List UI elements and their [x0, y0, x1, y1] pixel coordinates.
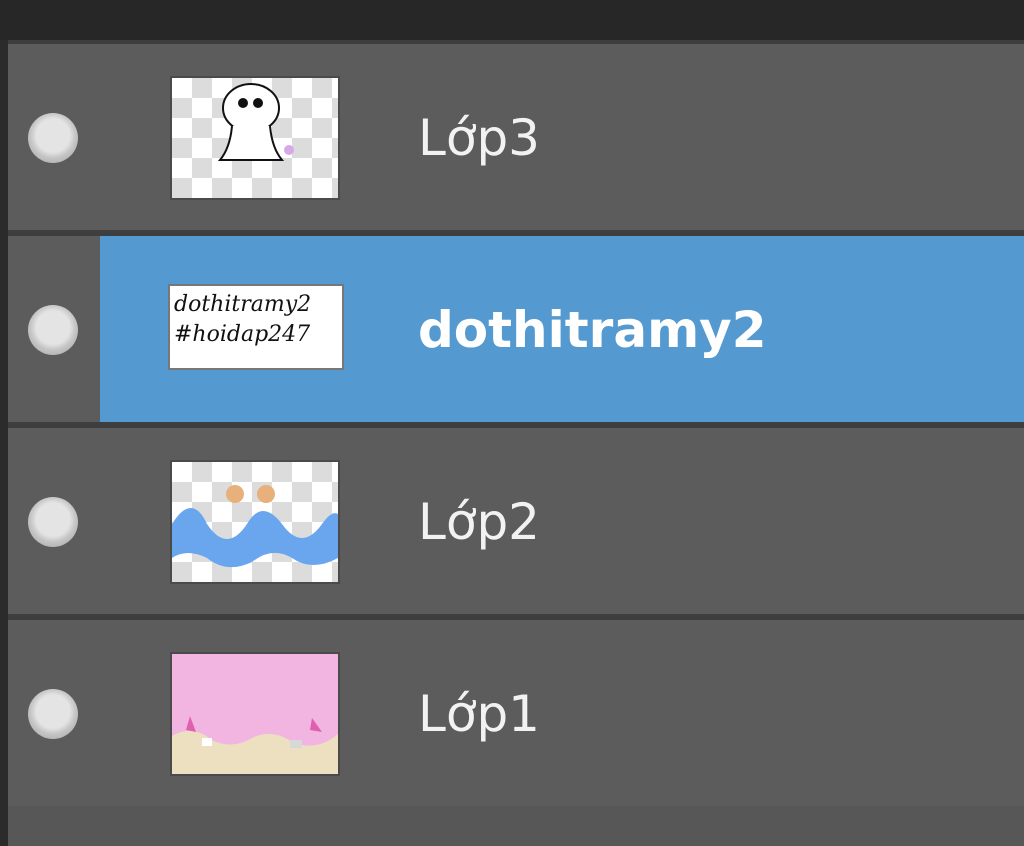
ghost-sketch-icon: [217, 83, 294, 161]
visibility-circle-icon[interactable]: [28, 689, 78, 739]
thumbnail-text-line-2: #hoidap247: [174, 322, 311, 347]
visibility-circle-icon[interactable]: [28, 497, 78, 547]
visibility-circle-icon[interactable]: [28, 113, 78, 163]
layer-thumbnail: [170, 652, 340, 776]
pink-cream-icon: [172, 654, 338, 774]
layer-name: Lớp3: [418, 109, 540, 167]
blue-waves-icon: [172, 485, 338, 568]
layer-name: Lớp1: [418, 685, 540, 743]
thumbnail-text-line-1: dothitramy2: [174, 292, 312, 317]
layer-row-lop1[interactable]: Lớp1: [8, 620, 1024, 806]
panel-header: [0, 0, 1024, 40]
layer-row-partial: [8, 806, 1024, 846]
layer-thumbnail: dothitramy2 #hoidap247: [168, 284, 344, 370]
visibility-circle-icon[interactable]: [28, 305, 78, 355]
layer-row-lop2[interactable]: Lớp2: [8, 428, 1024, 614]
layer-row-dothitramy2[interactable]: dothitramy2 #hoidap247 dothitramy2: [8, 236, 1024, 422]
layer-name: Lớp2: [418, 493, 540, 551]
layer-thumbnail: [170, 460, 340, 584]
layer-thumbnail: [170, 76, 340, 200]
layer-row-lop3[interactable]: Lớp3: [8, 44, 1024, 230]
layer-name: dothitramy2: [418, 301, 767, 359]
